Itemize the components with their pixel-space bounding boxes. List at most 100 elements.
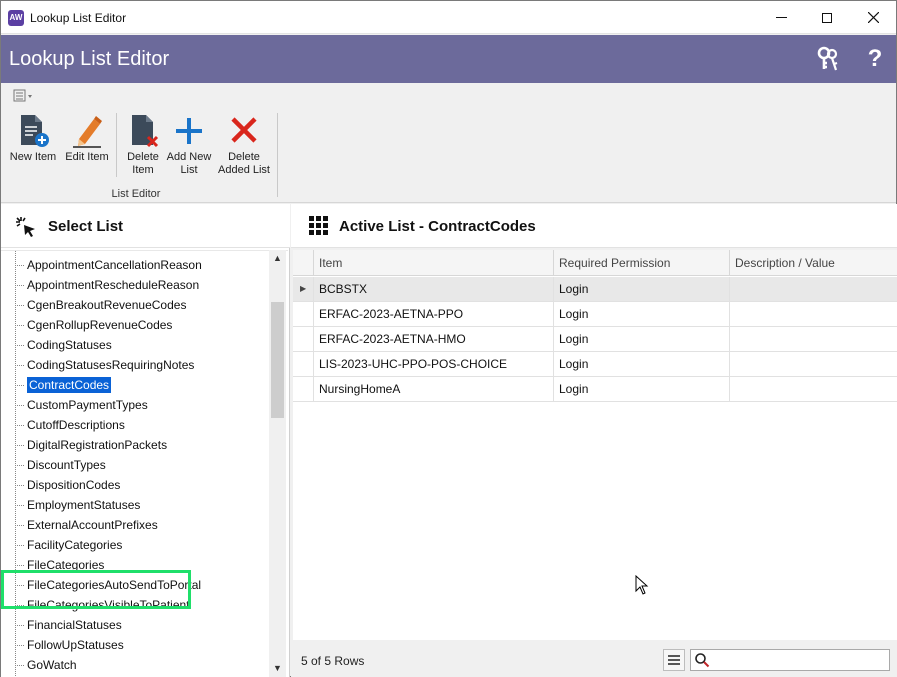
row-indicator xyxy=(293,302,314,326)
column-header-item[interactable]: Item xyxy=(314,250,554,276)
select-list-title: Select List xyxy=(48,218,124,235)
list-item-label: AppointmentRescheduleReason xyxy=(27,278,200,292)
maximize-button[interactable] xyxy=(804,1,850,34)
new-item-icon xyxy=(16,113,50,149)
help-icon[interactable]: ? xyxy=(860,44,890,74)
plus-icon xyxy=(172,113,206,149)
row-count: 5 of 5 Rows xyxy=(301,654,365,668)
list-item-label: FinancialStatuses xyxy=(27,618,122,632)
scroll-up-icon[interactable]: ▲ xyxy=(269,250,286,267)
list-item-label: CgenRollupRevenueCodes xyxy=(27,318,173,332)
list-item-label: CutoffDescriptions xyxy=(27,418,125,432)
table-row[interactable]: NursingHomeA Login xyxy=(293,377,897,402)
list-item-label: DigitalRegistrationPackets xyxy=(27,438,168,452)
row-indicator xyxy=(293,377,314,401)
list-item-label: DispositionCodes xyxy=(27,478,121,492)
list-item[interactable]: CgenBreakoutRevenueCodes xyxy=(15,295,186,315)
ribbon-group-label: List Editor xyxy=(111,188,161,200)
minimize-icon xyxy=(775,16,787,18)
cell-item[interactable]: NursingHomeA xyxy=(314,377,554,401)
window-titlebar: AW Lookup List Editor xyxy=(1,1,896,34)
list-tree[interactable]: AppointmentCancellationReason Appointment… xyxy=(1,250,288,677)
add-new-list-button[interactable]: Add New List xyxy=(165,113,213,177)
delete-item-label: Delete Item xyxy=(127,151,159,176)
delete-item-button[interactable]: Delete Item xyxy=(121,113,165,177)
column-menu-button[interactable] xyxy=(663,649,685,671)
maximize-icon xyxy=(822,12,832,23)
list-item-selected[interactable]: ContractCodes xyxy=(15,375,112,395)
list-item-label: CodingStatuses xyxy=(27,338,112,352)
cell-item[interactable]: LIS-2023-UHC-PPO-POS-CHOICE xyxy=(314,352,554,376)
edit-item-icon xyxy=(70,113,104,149)
cell-permission[interactable]: Login xyxy=(554,327,730,351)
table-row[interactable]: ERFAC-2023-AETNA-PPO Login xyxy=(293,302,897,327)
new-item-button[interactable]: New Item xyxy=(5,113,61,164)
list-item[interactable]: AppointmentRescheduleReason xyxy=(15,275,199,295)
app-header: Lookup List Editor ? xyxy=(1,35,896,83)
edit-item-button[interactable]: Edit Item xyxy=(61,113,113,164)
table-row[interactable]: ▶ BCBSTX Login xyxy=(293,277,897,302)
list-item[interactable]: CgenRollupRevenueCodes xyxy=(15,315,172,335)
list-item[interactable]: ExternalAccountPrefixes xyxy=(15,515,158,535)
list-item[interactable]: DigitalRegistrationPackets xyxy=(15,435,167,455)
table-row[interactable]: LIS-2023-UHC-PPO-POS-CHOICE Login xyxy=(293,352,897,377)
list-item[interactable]: DispositionCodes xyxy=(15,475,120,495)
delete-added-list-button[interactable]: Delete Added List xyxy=(215,113,273,177)
list-item[interactable]: GoWatch xyxy=(15,655,77,675)
cell-permission[interactable]: Login xyxy=(554,352,730,376)
list-item-label: ExternalAccountPrefixes xyxy=(27,518,158,532)
app-icon: AW xyxy=(8,10,24,26)
list-item[interactable]: FinancialStatuses xyxy=(15,615,122,635)
row-indicator xyxy=(293,352,314,376)
table-row[interactable]: ERFAC-2023-AETNA-HMO Login xyxy=(293,327,897,352)
cell-description[interactable] xyxy=(730,352,897,376)
list-item[interactable]: EmploymentStatuses xyxy=(15,495,140,515)
column-header-description[interactable]: Description / Value xyxy=(730,250,897,276)
list-item-label: DiscountTypes xyxy=(27,458,106,472)
list-item[interactable]: DiscountTypes xyxy=(15,455,106,475)
list-item-label: FacilityCategories xyxy=(27,538,123,552)
list-item-label: CodingStatusesRequiringNotes xyxy=(27,358,195,372)
list-item[interactable]: CodingStatusesRequiringNotes xyxy=(15,355,194,375)
cell-permission[interactable]: Login xyxy=(554,277,730,301)
cell-permission[interactable]: Login xyxy=(554,302,730,326)
search-box[interactable] xyxy=(690,649,890,671)
page-title: Lookup List Editor xyxy=(9,48,170,70)
tree-scrollbar[interactable]: ▲ ▼ xyxy=(269,250,286,677)
cell-description[interactable] xyxy=(730,377,897,401)
list-item[interactable]: FacilityCategories xyxy=(15,535,122,555)
list-item[interactable]: CutoffDescriptions xyxy=(15,415,125,435)
active-list-title: Active List - ContractCodes xyxy=(339,218,536,235)
selection-highlight-box xyxy=(1,570,191,609)
list-item[interactable]: CustomPaymentTypes xyxy=(15,395,148,415)
list-item-label: GoWatch xyxy=(27,658,77,672)
cell-description[interactable] xyxy=(730,277,897,301)
scroll-down-icon[interactable]: ▼ xyxy=(269,660,286,677)
list-item[interactable]: FollowUpStatuses xyxy=(15,635,124,655)
lookup-list-editor-window: AW Lookup List Editor Lookup List Editor… xyxy=(0,0,897,677)
cell-description[interactable] xyxy=(730,302,897,326)
list-item[interactable]: AppointmentCancellationReason xyxy=(15,255,202,275)
search-input[interactable] xyxy=(713,651,885,669)
list-item-label: FollowUpStatuses xyxy=(27,638,124,652)
keys-icon[interactable] xyxy=(813,44,843,74)
cell-item[interactable]: ERFAC-2023-AETNA-PPO xyxy=(314,302,554,326)
grid-header-row: Item Required Permission Description / V… xyxy=(293,250,897,276)
column-header-permission[interactable]: Required Permission xyxy=(554,250,730,276)
list-item[interactable]: CodingStatuses xyxy=(15,335,112,355)
close-icon xyxy=(867,12,879,23)
scrollbar-thumb[interactable] xyxy=(271,302,284,418)
close-button[interactable] xyxy=(850,1,896,34)
search-icon xyxy=(695,653,710,668)
minimize-button[interactable] xyxy=(758,1,804,34)
active-list-header: Active List - ContractCodes xyxy=(291,204,897,248)
active-list-panel: Active List - ContractCodes Item Require… xyxy=(291,204,897,677)
cell-permission[interactable]: Login xyxy=(554,377,730,401)
cell-item[interactable]: BCBSTX xyxy=(314,277,554,301)
cell-description[interactable] xyxy=(730,327,897,351)
select-list-panel: Select List AppointmentCancellationReaso… xyxy=(1,204,290,677)
list-item-label: CgenBreakoutRevenueCodes xyxy=(27,298,187,312)
ribbon-toolbar: New Item Edit Item Delete Item Add New L… xyxy=(1,83,896,203)
cell-item[interactable]: ERFAC-2023-AETNA-HMO xyxy=(314,327,554,351)
quick-access-menu-icon[interactable] xyxy=(13,89,35,103)
